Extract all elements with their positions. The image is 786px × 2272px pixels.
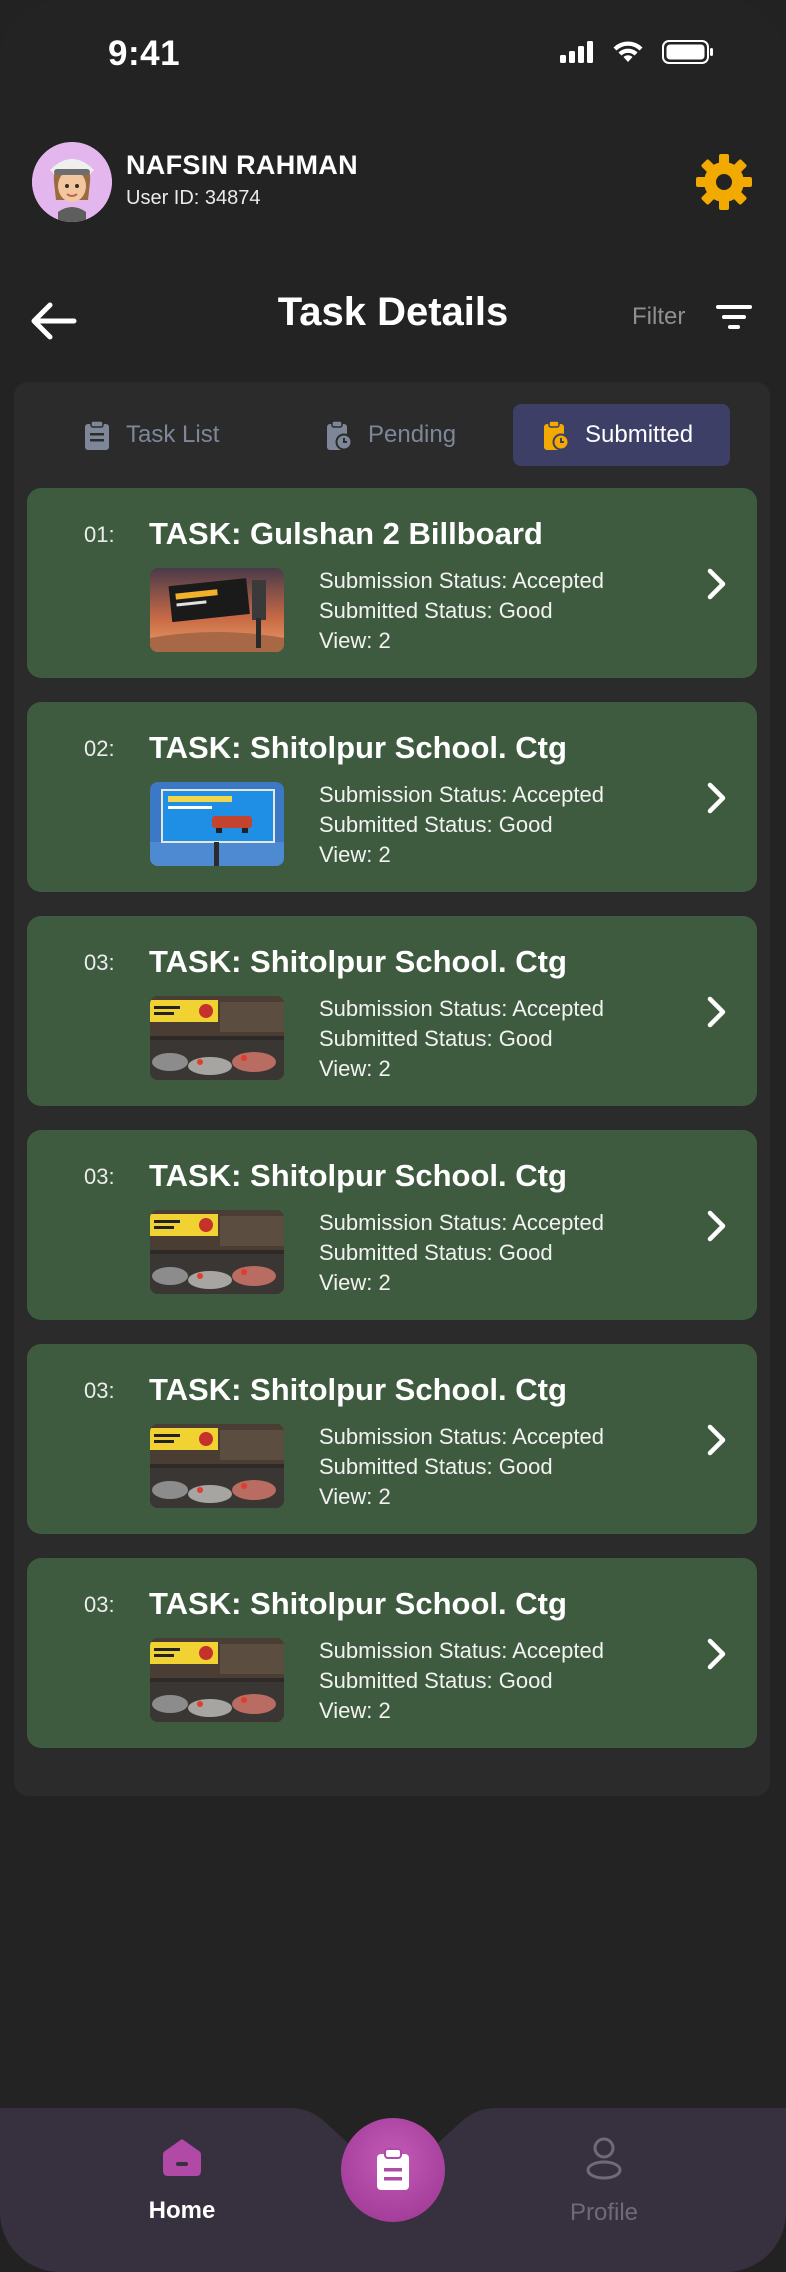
task-thumbnail (150, 996, 284, 1080)
filter-label[interactable]: Filter (632, 303, 685, 331)
task-meta: Submission Status: Accepted Submitted St… (319, 1422, 604, 1512)
task-meta: Submission Status: Accepted Submitted St… (319, 994, 604, 1084)
home-icon (163, 2139, 201, 2176)
task-thumbnail (150, 782, 284, 866)
tab-task-list-label: Task List (126, 421, 220, 448)
submitted-status: Submitted Status: Good (319, 1668, 553, 1693)
status-time: 9:41 (108, 34, 181, 73)
task-number: 03: (84, 1378, 115, 1403)
task-meta: Submission Status: Accepted Submitted St… (319, 1208, 604, 1298)
task-thumbnail (150, 1638, 284, 1722)
submission-status: Submission Status: Accepted (319, 996, 604, 1021)
task-title: TASK: Shitolpur School. Ctg (149, 1372, 567, 1407)
submitted-status: Submitted Status: Good (319, 598, 553, 623)
chevron-right-icon[interactable] (705, 780, 729, 816)
nav-profile[interactable]: Profile (552, 2136, 656, 2227)
user-icon (586, 2137, 622, 2180)
task-title: TASK: Shitolpur School. Ctg (149, 1158, 567, 1193)
view-count: View: 2 (319, 842, 391, 867)
task-title: TASK: Shitolpur School. Ctg (149, 1586, 567, 1621)
bottom-nav: Home Profile (0, 2108, 786, 2272)
view-count: View: 2 (319, 1484, 391, 1509)
view-count: View: 2 (319, 1270, 391, 1295)
clipboard-icon (85, 420, 109, 450)
phone-screen: 9:41 NAFSIN RAHMAN User ID: 34874 Task D… (0, 0, 786, 2272)
task-number: 02: (84, 736, 115, 761)
chevron-right-icon[interactable] (705, 1422, 729, 1458)
task-number: 03: (84, 1592, 115, 1617)
tab-pending[interactable]: Pending (296, 404, 516, 466)
nav-profile-label: Profile (569, 2199, 639, 2226)
wifi-icon (613, 41, 643, 62)
tasks-fab-button[interactable] (341, 2118, 445, 2222)
view-count: View: 2 (319, 1056, 391, 1081)
task-thumbnail (150, 1210, 284, 1294)
submission-status: Submission Status: Accepted (319, 1638, 604, 1663)
task-number: 03: (84, 950, 115, 975)
submission-status: Submission Status: Accepted (319, 568, 604, 593)
status-icons (560, 40, 714, 64)
filter-icon[interactable] (716, 302, 752, 332)
nav-home[interactable]: Home (130, 2136, 234, 2225)
chevron-right-icon[interactable] (705, 1208, 729, 1244)
submitted-status: Submitted Status: Good (319, 1454, 553, 1479)
task-title: TASK: Shitolpur School. Ctg (149, 730, 567, 765)
title-row: Task Details Filter (0, 280, 786, 350)
submitted-status: Submitted Status: Good (319, 1026, 553, 1051)
signal-icon (560, 41, 593, 63)
task-card[interactable]: 03: TASK: Shitolpur School. Ctg Submissi… (27, 1130, 757, 1320)
tab-submitted[interactable]: Submitted (513, 404, 730, 466)
chevron-right-icon[interactable] (705, 566, 729, 602)
clipboard-icon (377, 2148, 409, 2190)
task-title: TASK: Gulshan 2 Billboard (149, 516, 543, 551)
submission-status: Submission Status: Accepted (319, 1424, 604, 1449)
tab-task-list[interactable]: Task List (54, 404, 274, 466)
task-meta: Submission Status: Accepted Submitted St… (319, 1636, 604, 1726)
nav-home-label: Home (148, 2197, 216, 2224)
battery-icon (662, 40, 713, 64)
clipboard-clock-icon (327, 420, 352, 450)
status-bar: 9:41 (0, 0, 786, 110)
task-card[interactable]: 01: TASK: Gulshan 2 Billboard Submission… (27, 488, 757, 678)
gear-icon[interactable] (694, 152, 754, 212)
task-card[interactable]: 03: TASK: Shitolpur School. Ctg Submissi… (27, 1344, 757, 1534)
avatar-face-icon (32, 142, 112, 222)
task-number: 01: (84, 522, 115, 547)
task-meta: Submission Status: Accepted Submitted St… (319, 566, 604, 656)
tab-bar: Task List Pending Submitted (54, 404, 744, 466)
user-header: NAFSIN RAHMAN User ID: 34874 (32, 140, 754, 224)
task-meta: Submission Status: Accepted Submitted St… (319, 780, 604, 870)
clipboard-clock-icon (544, 420, 569, 450)
chevron-right-icon[interactable] (705, 1636, 729, 1672)
task-panel: Task List Pending Submitted 01: TASK: Gu… (14, 382, 770, 1796)
view-count: View: 2 (319, 628, 391, 653)
task-card[interactable]: 03: TASK: Shitolpur School. Ctg Submissi… (27, 916, 757, 1106)
user-name: NAFSIN RAHMAN (126, 150, 358, 180)
tab-submitted-label: Submitted (585, 421, 694, 448)
task-card[interactable]: 03: TASK: Shitolpur School. Ctg Submissi… (27, 1558, 757, 1748)
view-count: View: 2 (319, 1698, 391, 1723)
avatar[interactable] (32, 142, 112, 222)
task-thumbnail (150, 568, 284, 652)
submission-status: Submission Status: Accepted (319, 782, 604, 807)
task-card[interactable]: 02: TASK: Shitolpur School. Ctg Submissi… (27, 702, 757, 892)
chevron-right-icon[interactable] (705, 994, 729, 1030)
task-list: 01: TASK: Gulshan 2 Billboard Submission… (27, 488, 757, 1772)
user-id: User ID: 34874 (126, 187, 261, 209)
tab-pending-label: Pending (368, 421, 457, 448)
task-thumbnail (150, 1424, 284, 1508)
submission-status: Submission Status: Accepted (319, 1210, 604, 1235)
task-title: TASK: Shitolpur School. Ctg (149, 944, 567, 979)
submitted-status: Submitted Status: Good (319, 1240, 553, 1265)
submitted-status: Submitted Status: Good (319, 812, 553, 837)
task-number: 03: (84, 1164, 115, 1189)
